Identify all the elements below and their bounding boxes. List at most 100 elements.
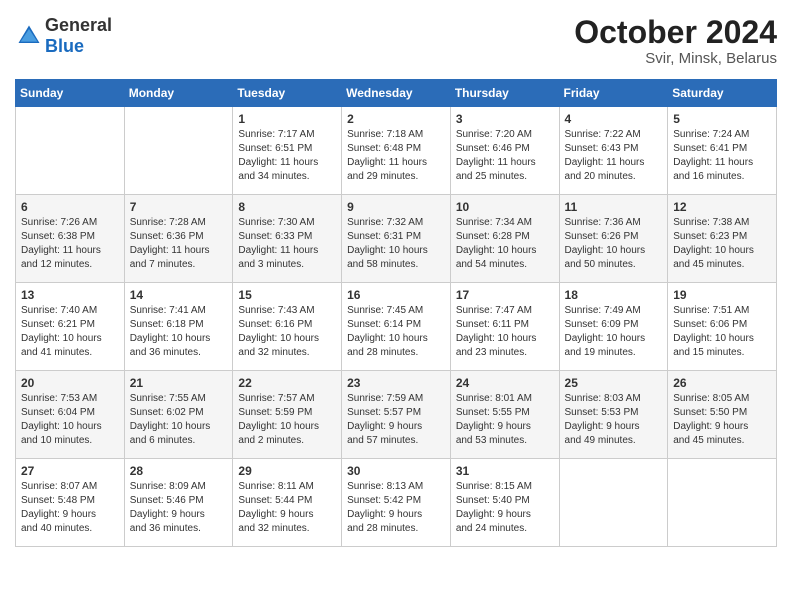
calendar-cell: 5 Sunrise: 7:24 AM Sunset: 6:41 PM Daylig… (668, 107, 777, 195)
day-info: Sunrise: 8:01 AM Sunset: 5:55 PM Dayligh… (456, 392, 554, 448)
day-number: 7 (130, 200, 228, 214)
day-info: Sunrise: 7:49 AM Sunset: 6:09 PM Dayligh… (565, 304, 663, 360)
calendar-cell: 10 Sunrise: 7:34 AM Sunset: 6:28 PM Dayli… (450, 195, 559, 283)
day-info: Sunrise: 7:59 AM Sunset: 5:57 PM Dayligh… (347, 392, 445, 448)
day-info: Sunrise: 7:18 AM Sunset: 6:48 PM Dayligh… (347, 128, 445, 184)
day-info: Sunrise: 7:28 AM Sunset: 6:36 PM Dayligh… (130, 216, 228, 272)
calendar-header-row: SundayMondayTuesdayWednesdayThursdayFrid… (16, 80, 777, 107)
weekday-header: Sunday (16, 80, 125, 107)
day-info: Sunrise: 7:17 AM Sunset: 6:51 PM Dayligh… (238, 128, 336, 184)
day-number: 27 (21, 464, 119, 478)
day-info: Sunrise: 8:07 AM Sunset: 5:48 PM Dayligh… (21, 480, 119, 536)
day-info: Sunrise: 7:47 AM Sunset: 6:11 PM Dayligh… (456, 304, 554, 360)
calendar-cell: 22Sunrise: 7:57 AM Sunset: 5:59 PM Dayli… (233, 371, 342, 459)
calendar-cell: 14Sunrise: 7:41 AM Sunset: 6:18 PM Dayli… (124, 283, 233, 371)
calendar-cell (16, 107, 125, 195)
day-number: 9 (347, 200, 445, 214)
day-info: Sunrise: 7:26 AM Sunset: 6:38 PM Dayligh… (21, 216, 119, 272)
day-number: 28 (130, 464, 228, 478)
weekday-header: Thursday (450, 80, 559, 107)
calendar-cell: 23 Sunrise: 7:59 AM Sunset: 5:57 PM Dayli… (342, 371, 451, 459)
day-info: Sunrise: 8:09 AM Sunset: 5:46 PM Dayligh… (130, 480, 228, 536)
day-number: 24 (456, 376, 554, 390)
calendar-week-row: 20Sunrise: 7:53 AM Sunset: 6:04 PM Dayli… (16, 371, 777, 459)
calendar-cell: 25 Sunrise: 8:03 AM Sunset: 5:53 PM Dayli… (559, 371, 668, 459)
calendar-week-row: 13 Sunrise: 7:40 AM Sunset: 6:21 PM Dayli… (16, 283, 777, 371)
calendar-cell: 24 Sunrise: 8:01 AM Sunset: 5:55 PM Dayli… (450, 371, 559, 459)
calendar-cell: 26Sunrise: 8:05 AM Sunset: 5:50 PM Dayli… (668, 371, 777, 459)
day-number: 12 (673, 200, 771, 214)
logo-blue-text: Blue (45, 36, 84, 56)
day-info: Sunrise: 7:36 AM Sunset: 6:26 PM Dayligh… (565, 216, 663, 272)
weekday-header: Tuesday (233, 80, 342, 107)
day-number: 31 (456, 464, 554, 478)
calendar-cell: 13 Sunrise: 7:40 AM Sunset: 6:21 PM Dayli… (16, 283, 125, 371)
day-number: 13 (21, 288, 119, 302)
day-number: 19 (673, 288, 771, 302)
calendar-week-row: 6 Sunrise: 7:26 AM Sunset: 6:38 PM Daylig… (16, 195, 777, 283)
logo-icon (15, 22, 43, 50)
calendar-cell: 18 Sunrise: 7:49 AM Sunset: 6:09 PM Dayli… (559, 283, 668, 371)
day-number: 16 (347, 288, 445, 302)
calendar-cell: 16 Sunrise: 7:45 AM Sunset: 6:14 PM Dayli… (342, 283, 451, 371)
calendar-week-row: 1 Sunrise: 7:17 AM Sunset: 6:51 PM Daylig… (16, 107, 777, 195)
logo: General Blue (15, 15, 112, 57)
day-info: Sunrise: 8:05 AM Sunset: 5:50 PM Dayligh… (673, 392, 771, 448)
calendar-cell: 30 Sunrise: 8:13 AM Sunset: 5:42 PM Dayli… (342, 459, 451, 547)
day-info: Sunrise: 7:20 AM Sunset: 6:46 PM Dayligh… (456, 128, 554, 184)
day-info: Sunrise: 8:11 AM Sunset: 5:44 PM Dayligh… (238, 480, 336, 536)
calendar-cell: 7 Sunrise: 7:28 AM Sunset: 6:36 PM Daylig… (124, 195, 233, 283)
calendar-cell: 6 Sunrise: 7:26 AM Sunset: 6:38 PM Daylig… (16, 195, 125, 283)
day-number: 10 (456, 200, 554, 214)
day-number: 4 (565, 112, 663, 126)
calendar-cell: 17 Sunrise: 7:47 AM Sunset: 6:11 PM Dayli… (450, 283, 559, 371)
day-number: 11 (565, 200, 663, 214)
day-info: Sunrise: 7:30 AM Sunset: 6:33 PM Dayligh… (238, 216, 336, 272)
day-number: 5 (673, 112, 771, 126)
calendar-cell: 21Sunrise: 7:55 AM Sunset: 6:02 PM Dayli… (124, 371, 233, 459)
calendar-cell: 1 Sunrise: 7:17 AM Sunset: 6:51 PM Daylig… (233, 107, 342, 195)
day-number: 17 (456, 288, 554, 302)
day-number: 1 (238, 112, 336, 126)
day-number: 30 (347, 464, 445, 478)
calendar-cell: 2Sunrise: 7:18 AM Sunset: 6:48 PM Daylig… (342, 107, 451, 195)
weekday-header: Friday (559, 80, 668, 107)
calendar-cell: 28 Sunrise: 8:09 AM Sunset: 5:46 PM Dayli… (124, 459, 233, 547)
month-title: October 2024 (574, 15, 777, 50)
day-info: Sunrise: 7:22 AM Sunset: 6:43 PM Dayligh… (565, 128, 663, 184)
day-info: Sunrise: 7:45 AM Sunset: 6:14 PM Dayligh… (347, 304, 445, 360)
day-info: Sunrise: 8:03 AM Sunset: 5:53 PM Dayligh… (565, 392, 663, 448)
day-number: 3 (456, 112, 554, 126)
day-number: 23 (347, 376, 445, 390)
calendar-cell: 9 Sunrise: 7:32 AM Sunset: 6:31 PM Daylig… (342, 195, 451, 283)
calendar-cell: 3 Sunrise: 7:20 AM Sunset: 6:46 PM Daylig… (450, 107, 559, 195)
calendar-cell: 19 Sunrise: 7:51 AM Sunset: 6:06 PM Dayli… (668, 283, 777, 371)
location-title: Svir, Minsk, Belarus (574, 50, 777, 67)
day-info: Sunrise: 7:41 AM Sunset: 6:18 PM Dayligh… (130, 304, 228, 360)
calendar-cell: 4 Sunrise: 7:22 AM Sunset: 6:43 PM Daylig… (559, 107, 668, 195)
day-info: Sunrise: 7:32 AM Sunset: 6:31 PM Dayligh… (347, 216, 445, 272)
calendar-week-row: 27 Sunrise: 8:07 AM Sunset: 5:48 PM Dayli… (16, 459, 777, 547)
day-number: 15 (238, 288, 336, 302)
day-info: Sunrise: 7:34 AM Sunset: 6:28 PM Dayligh… (456, 216, 554, 272)
day-number: 18 (565, 288, 663, 302)
day-number: 29 (238, 464, 336, 478)
day-info: Sunrise: 7:24 AM Sunset: 6:41 PM Dayligh… (673, 128, 771, 184)
calendar-cell: 27 Sunrise: 8:07 AM Sunset: 5:48 PM Dayli… (16, 459, 125, 547)
weekday-header: Monday (124, 80, 233, 107)
day-number: 25 (565, 376, 663, 390)
day-info: Sunrise: 7:51 AM Sunset: 6:06 PM Dayligh… (673, 304, 771, 360)
day-info: Sunrise: 7:40 AM Sunset: 6:21 PM Dayligh… (21, 304, 119, 360)
day-info: Sunrise: 7:53 AM Sunset: 6:04 PM Dayligh… (21, 392, 119, 448)
day-number: 6 (21, 200, 119, 214)
weekday-header: Wednesday (342, 80, 451, 107)
day-info: Sunrise: 7:38 AM Sunset: 6:23 PM Dayligh… (673, 216, 771, 272)
day-number: 22 (238, 376, 336, 390)
day-info: Sunrise: 8:13 AM Sunset: 5:42 PM Dayligh… (347, 480, 445, 536)
calendar-cell: 12 Sunrise: 7:38 AM Sunset: 6:23 PM Dayli… (668, 195, 777, 283)
calendar-cell: 11 Sunrise: 7:36 AM Sunset: 6:26 PM Dayli… (559, 195, 668, 283)
calendar-cell: 29 Sunrise: 8:11 AM Sunset: 5:44 PM Dayli… (233, 459, 342, 547)
day-number: 8 (238, 200, 336, 214)
day-info: Sunrise: 7:43 AM Sunset: 6:16 PM Dayligh… (238, 304, 336, 360)
logo-general-text: General (45, 15, 112, 35)
